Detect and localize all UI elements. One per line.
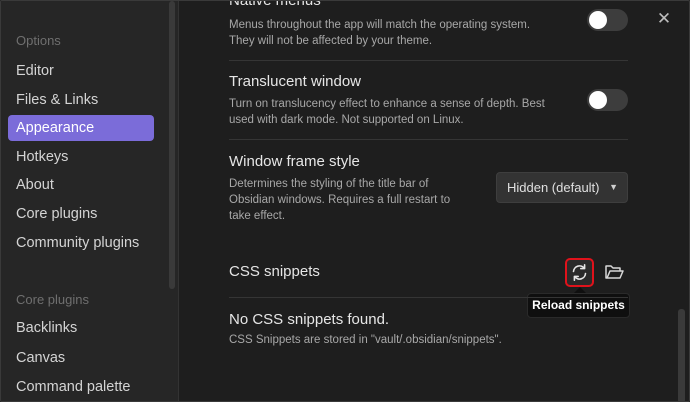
sidebar-item-canvas[interactable]: Canvas (8, 345, 154, 371)
options-section-header: Options (16, 33, 61, 48)
settings-window: Options Editor Files & Links Appearance … (0, 0, 690, 402)
translucent-window-toggle[interactable] (587, 89, 628, 111)
settings-sidebar: Options Editor Files & Links Appearance … (1, 1, 179, 401)
core-plugins-section-header: Core plugins (16, 292, 89, 307)
main-scrollbar[interactable] (678, 309, 685, 401)
toggle-knob (589, 91, 607, 109)
sidebar-scrollbar[interactable] (169, 1, 175, 289)
divider (229, 60, 628, 61)
setting-desc-line: take effect. (229, 210, 286, 222)
setting-name-translucent-window: Translucent window (229, 73, 362, 90)
chevron-down-icon: ▼ (609, 182, 618, 192)
snippets-location-hint: CSS Snippets are stored in "vault/.obsid… (229, 334, 502, 346)
sidebar-item-community-plugins[interactable]: Community plugins (8, 230, 154, 256)
sidebar-item-command-palette[interactable]: Command palette (8, 374, 154, 400)
setting-name-native-menus: Native menus (229, 0, 321, 9)
dropdown-selected-value: Hidden (default) (507, 180, 600, 195)
setting-desc-line: Menus throughout the app will match the … (229, 19, 531, 31)
sidebar-item-files-links[interactable]: Files & Links (8, 87, 154, 113)
divider (229, 139, 628, 140)
setting-desc-translucent-window: Turn on translucency effect to enhance a… (229, 96, 574, 128)
sidebar-item-appearance[interactable]: Appearance (8, 115, 154, 141)
css-snippets-heading: CSS snippets (229, 263, 320, 280)
refresh-icon (572, 264, 587, 282)
sidebar-item-backlinks[interactable]: Backlinks (8, 315, 154, 341)
setting-desc-line: Determines the styling of the title bar … (229, 178, 429, 190)
setting-desc-line: Turn on translucency effect to enhance a… (229, 98, 545, 110)
sidebar-item-hotkeys[interactable]: Hotkeys (8, 144, 154, 170)
divider (229, 297, 628, 298)
window-frame-style-dropdown[interactable]: Hidden (default) ▼ (496, 172, 628, 203)
setting-desc-native-menus: Menus throughout the app will match the … (229, 17, 574, 49)
sidebar-item-about[interactable]: About (8, 172, 154, 198)
open-snippets-folder-button[interactable] (602, 260, 626, 284)
no-snippets-message: No CSS snippets found. (229, 311, 390, 328)
reload-snippets-button[interactable] (565, 258, 594, 287)
setting-desc-line: They will not be affected by your theme. (229, 35, 433, 47)
setting-desc-line: Obsidian windows. Requires a full restar… (229, 194, 451, 206)
setting-desc-window-frame-style: Determines the styling of the title bar … (229, 176, 479, 224)
close-icon[interactable]: ✕ (654, 9, 674, 29)
sidebar-item-core-plugins[interactable]: Core plugins (8, 201, 154, 227)
setting-desc-line: used with dark mode. Not supported on Li… (229, 114, 464, 126)
folder-icon (605, 265, 624, 279)
native-menus-toggle[interactable] (587, 9, 628, 31)
toggle-knob (589, 11, 607, 29)
setting-name-window-frame-style: Window frame style (229, 153, 360, 170)
sidebar-item-editor[interactable]: Editor (8, 58, 154, 84)
